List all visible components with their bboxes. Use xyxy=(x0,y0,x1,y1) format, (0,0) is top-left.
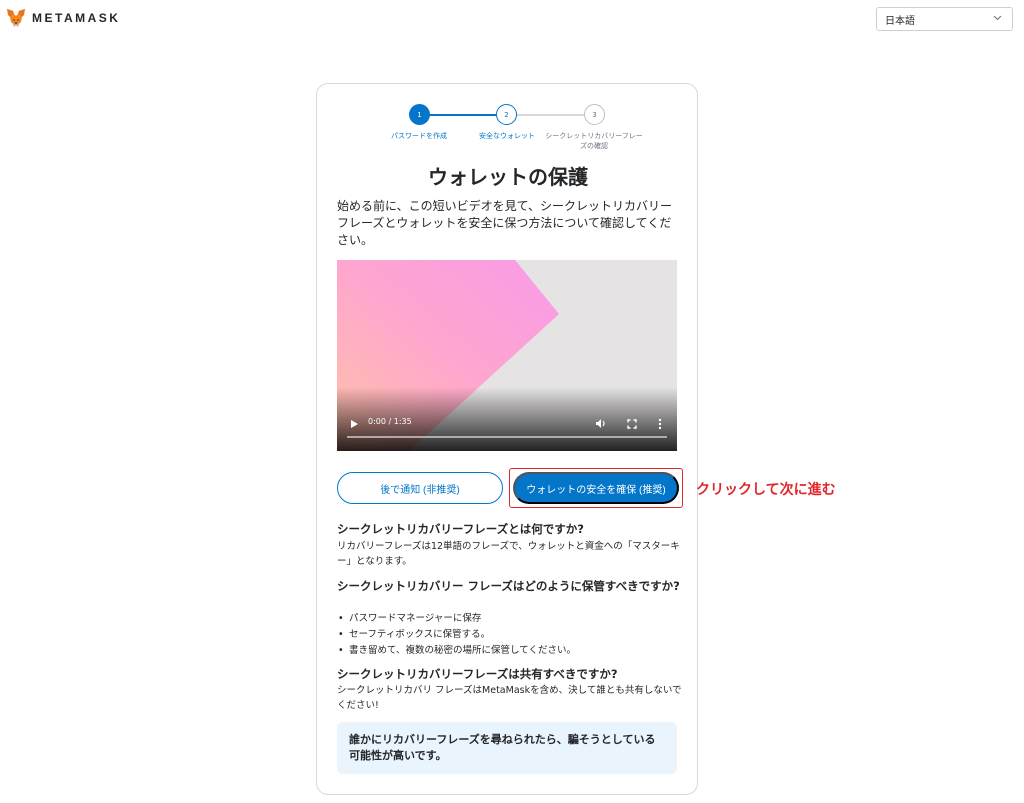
fullscreen-icon[interactable] xyxy=(627,419,637,429)
metamask-logo[interactable]: METAMASK xyxy=(6,8,120,28)
more-options-icon[interactable] xyxy=(658,418,662,430)
phishing-warning: 誰かにリカバリーフレーズを尋ねられたら、騙そうとしている可能性が高いです。 xyxy=(337,722,677,774)
page-title: ウォレットの保護 xyxy=(428,165,588,189)
faq-question-3: シークレットリカバリーフレーズは共有すべきですか? xyxy=(337,667,618,681)
step-3-label: シークレットリカバリーフレーズの確認 xyxy=(545,132,643,150)
intro-text: 始める前に、この短いビデオを見て、シークレットリカバリーフレーズとウォレットを安… xyxy=(337,199,673,247)
chevron-down-icon xyxy=(993,15,1002,21)
step-1-label: パスワードを作成 xyxy=(391,132,447,140)
video-controls: 0:00 / 1:35 xyxy=(337,387,677,451)
language-select[interactable]: 日本語 xyxy=(876,7,1013,31)
step-1-indicator: 1 xyxy=(409,104,430,125)
logo-text: METAMASK xyxy=(32,11,121,25)
video-progress-bar[interactable] xyxy=(347,436,667,438)
onboarding-card: 1 2 3 パスワードを作成 安全なウォレット シークレットリカバリーフレーズの… xyxy=(316,83,698,795)
fox-icon xyxy=(7,9,25,27)
faq-storage-list: パスワードマネージャーに保存 セーフティボックスに保管する。 書き留めて、複数の… xyxy=(337,611,682,659)
faq-question-2: シークレットリカバリー フレーズはどのように保管すべきですか? xyxy=(337,579,680,593)
list-item: 書き留めて、複数の秘密の場所に保管してください。 xyxy=(337,643,682,659)
annotation-text: クリックして次に進む xyxy=(696,482,836,498)
faq-answer-3: シークレットリカバリ フレーズはMetaMaskを含め、決して誰とも共有しないで… xyxy=(337,685,682,711)
faq-answer-1: リカバリーフレーズは12単語のフレーズで、ウォレットと資金への「マスターキー」と… xyxy=(337,541,680,567)
play-icon[interactable] xyxy=(349,419,359,429)
step-3-indicator: 3 xyxy=(584,104,605,125)
volume-icon[interactable] xyxy=(595,418,607,429)
step-2-indicator: 2 xyxy=(496,104,517,125)
progress-stepper: 1 2 3 パスワードを作成 安全なウォレット シークレットリカバリーフレーズの… xyxy=(317,104,699,156)
video-time: 0:00 / 1:35 xyxy=(368,417,412,426)
language-value: 日本語 xyxy=(885,15,915,27)
secure-wallet-button[interactable]: ウォレットの安全を確保 (推奨) xyxy=(513,472,679,504)
faq-question-1: シークレットリカバリーフレーズとは何ですか? xyxy=(337,522,584,536)
step-connector-2 xyxy=(517,114,593,116)
remind-later-button[interactable]: 後で通知 (非推奨) xyxy=(337,472,503,504)
video-player[interactable]: 0:00 / 1:35 xyxy=(337,260,677,451)
list-item: セーフティボックスに保管する。 xyxy=(337,627,682,643)
step-connector-1 xyxy=(429,114,505,116)
list-item: パスワードマネージャーに保存 xyxy=(337,611,682,627)
step-2-label: 安全なウォレット xyxy=(479,132,535,140)
top-bar: METAMASK 日本語 xyxy=(0,0,1024,36)
